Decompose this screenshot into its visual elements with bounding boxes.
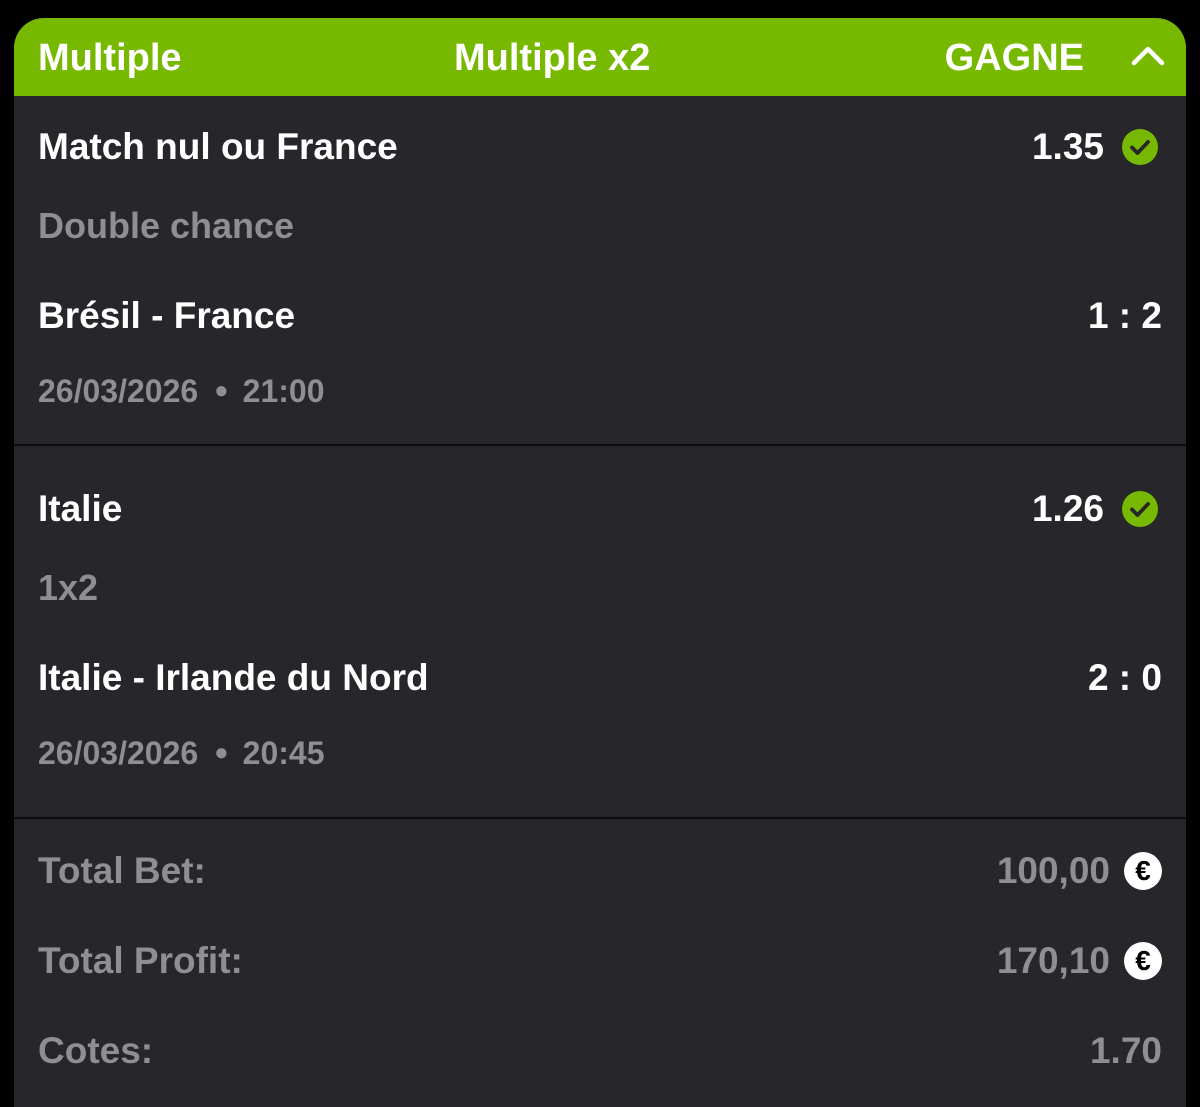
selection-time: 20:45 (242, 735, 325, 771)
selection-score: 1 : 2 (1087, 295, 1162, 336)
total-bet-value: 100,00 (996, 850, 1110, 891)
selection-date: 26/03/2026 (38, 735, 199, 771)
check-circle-icon (1122, 129, 1158, 165)
selection-datetime: 26/03/2026 ● 20:45 (38, 735, 325, 772)
bet-header[interactable]: Multiple Multiple x2 GAGNE (14, 18, 1186, 96)
check-circle-icon (1122, 491, 1158, 527)
chevron-up-icon[interactable] (1130, 38, 1166, 74)
odds-value: 1.70 (1089, 1030, 1162, 1071)
selection-time: 21:00 (242, 373, 325, 409)
total-bet-label: Total Bet: (38, 850, 206, 891)
separator-dot: ● (214, 376, 229, 404)
euro-icon: € (1124, 942, 1162, 980)
selection-market: Double chance (38, 205, 295, 246)
selection-match: Italie - Irlande du Nord (38, 657, 429, 698)
selection-score: 2 : 0 (1087, 657, 1162, 698)
total-profit-label: Total Profit: (38, 940, 243, 981)
bet-card: Multiple Multiple x2 GAGNE Match nul ou … (14, 18, 1186, 1107)
selection-date: 26/03/2026 (38, 373, 199, 409)
selection-odds: 1.26 (1031, 488, 1104, 529)
selection-pick: Italie (38, 488, 123, 529)
bet-type-label: Multiple (38, 37, 182, 79)
selection-market: 1x2 (38, 567, 99, 608)
selection-odds: 1.35 (1031, 126, 1104, 167)
selection-datetime: 26/03/2026 ● 21:00 (38, 373, 325, 410)
divider (14, 817, 1186, 819)
total-profit-value: 170,10 (996, 940, 1110, 981)
separator-dot: ● (214, 738, 229, 766)
odds-label: Cotes: (38, 1030, 154, 1071)
euro-icon: € (1124, 852, 1162, 890)
bet-status-badge: GAGNE (944, 37, 1084, 79)
selection-match: Brésil - France (38, 295, 296, 336)
selection-pick: Match nul ou France (38, 126, 398, 167)
divider (14, 444, 1186, 446)
bet-title: Multiple x2 (454, 37, 651, 79)
